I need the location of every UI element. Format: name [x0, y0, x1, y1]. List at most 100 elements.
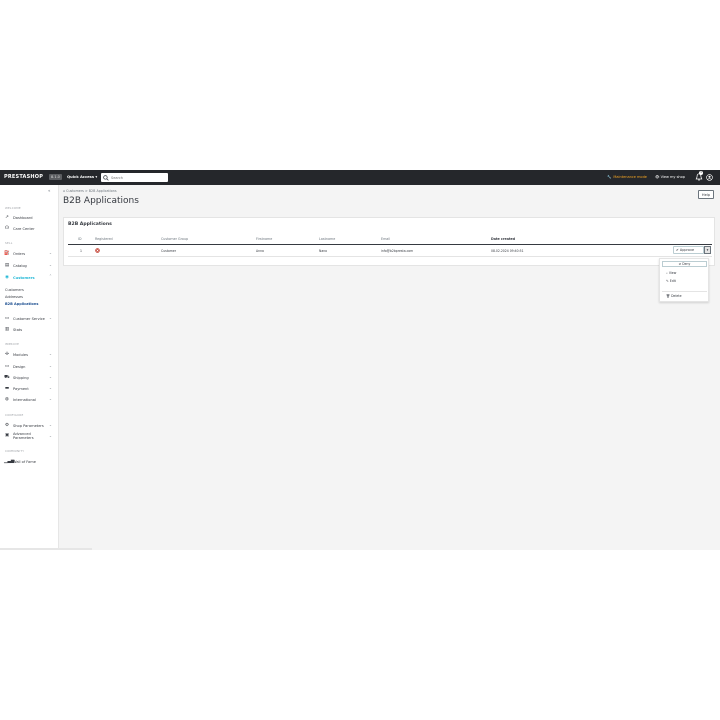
menu-item-view[interactable]: ⌕ View — [666, 271, 676, 275]
breadcrumb-home-icon: ⌂ — [63, 189, 66, 193]
chevron-up-icon: ⌃ — [49, 274, 52, 278]
view-shop-link[interactable]: 👁 View my shop — [655, 175, 685, 179]
col-header-customer-group[interactable]: Customer Group — [161, 237, 188, 241]
col-header-date-created[interactable]: Date created — [491, 237, 515, 241]
cell-firstname: Anna — [256, 249, 264, 253]
not-registered-icon — [95, 248, 100, 253]
sidebar-item-orders[interactable]: ⛽ Orders — [4, 251, 25, 257]
search-icon — [103, 174, 109, 181]
help-button[interactable]: Help — [698, 190, 714, 199]
prestashop-logo[interactable]: PRESTASHOP — [4, 174, 43, 180]
deny-button[interactable]: ⊘ Deny — [662, 261, 707, 267]
breadcrumb-separator: > — [84, 189, 88, 193]
sidebar-item-design[interactable]: ▭ Design — [4, 364, 26, 370]
sidebar-item-dashboard[interactable]: ↗ Dashboard — [4, 215, 32, 221]
credit-card-icon: ▬ — [4, 386, 10, 391]
card-title: B2B Applications — [68, 222, 112, 227]
cell-id: 1 — [80, 249, 82, 253]
sidebar: « WELCOME ↗ Dashboard ☊ Care Center SELL ⛽… — [0, 185, 59, 550]
menu-item-delete[interactable]: 🗑 Delete — [666, 294, 682, 298]
page-title: B2B Applications — [63, 196, 139, 206]
wrench-icon: 🔧 — [607, 175, 612, 179]
maintenance-mode-link[interactable]: 🔧 Maintenance mode — [607, 175, 647, 179]
chevron-down-icon: ⌄ — [49, 423, 52, 427]
collapse-sidebar-icon[interactable]: « — [48, 188, 50, 193]
cell-date-created: 08.02.2024 09:40:51 — [491, 249, 524, 253]
chevron-down-icon: ⌄ — [49, 375, 52, 379]
breadcrumb-parent[interactable]: Customers — [66, 189, 84, 193]
bar-chart-icon: ▥ — [4, 327, 10, 332]
sidebar-item-catalog[interactable]: ▤ Catalog — [4, 263, 27, 269]
sidebar-item-customers[interactable]: ◉ Customers — [4, 275, 35, 281]
pencil-icon: ✎ — [666, 279, 669, 283]
chevron-down-icon: ▾ — [95, 175, 98, 179]
approve-button[interactable]: ✔ Approve — [673, 246, 704, 254]
sidebar-item-wall-of-fame[interactable]: ▁▃▅ Wall of Fame — [4, 459, 36, 465]
zoom-icon: ⌕ — [666, 271, 668, 275]
cell-email: info@b2bpresta.com — [381, 249, 414, 253]
chevron-down-icon: ⌄ — [49, 364, 52, 368]
col-header-lastname[interactable]: Lastname — [319, 237, 335, 241]
chevron-down-icon: ⌄ — [49, 263, 52, 267]
chevron-down-icon: ⌄ — [49, 434, 52, 438]
notification-badge: 1 — [699, 171, 703, 175]
b2b-applications-card: B2B Applications ID Registered Customer … — [63, 217, 715, 266]
col-header-id[interactable]: ID — [78, 237, 82, 241]
version-badge: 8.1.0 — [49, 174, 62, 180]
section-improve: IMPROVE — [5, 342, 20, 346]
section-welcome: WELCOME — [5, 206, 21, 210]
chevron-down-icon: ⌄ — [49, 397, 52, 401]
account-circle-icon: ◉ — [5, 275, 9, 280]
col-header-registered[interactable]: Registered — [95, 237, 113, 241]
col-header-email[interactable]: Email — [381, 237, 390, 241]
user-icon[interactable] — [706, 174, 713, 181]
puzzle-icon: ✣ — [5, 352, 9, 357]
app-window: PRESTASHOP 8.1.0 Quick Access ▾ 🔧Mainten… — [0, 170, 720, 550]
sidebar-item-shipping[interactable]: ⛟ Shipping — [4, 375, 29, 381]
menu-divider — [662, 291, 707, 292]
chat-icon: ▭ — [4, 316, 10, 321]
row-divider — [68, 256, 712, 257]
chevron-down-icon: ⌄ — [49, 386, 52, 390]
gear-icon: ⚙ — [4, 423, 10, 428]
basket-icon: ⛽ — [4, 251, 10, 256]
col-header-firstname[interactable]: Firstname — [256, 237, 272, 241]
check-icon: ✔ — [676, 248, 679, 252]
headset-icon: ☊ — [5, 226, 9, 231]
sidebar-item-shop-parameters[interactable]: ⚙ Shop Parameters — [4, 423, 44, 429]
section-sell: SELL — [5, 241, 13, 245]
sidebar-item-advanced-parameters[interactable]: ▣ Advanced Parameters — [4, 432, 34, 440]
bar-chart-icon: ▁▃▅ — [4, 459, 15, 464]
row-actions-menu: ⊘ Deny ⌕ View ✎ Edit 🗑 Delete — [659, 258, 709, 302]
sidebar-item-modules[interactable]: ✣ Modules — [4, 352, 28, 358]
sidebar-sub-b2b-applications[interactable]: B2B Applications — [5, 302, 38, 306]
section-configure: CONFIGURE — [5, 413, 24, 417]
sidebar-sub-addresses[interactable]: Addresses — [5, 295, 23, 299]
menu-item-edit[interactable]: ✎ Edit — [666, 279, 676, 283]
desktop-icon: ▭ — [4, 364, 10, 369]
sidebar-item-stats[interactable]: ▥ Stats — [4, 327, 22, 333]
chevron-down-icon: ⌄ — [49, 352, 52, 356]
sidebar-item-payment[interactable]: ▬ Payment — [4, 386, 29, 392]
horizontal-scrollbar[interactable] — [0, 548, 92, 550]
header-divider — [68, 244, 712, 245]
sidebar-item-care-center[interactable]: ☊ Care Center — [4, 226, 35, 232]
eye-icon: 👁 — [655, 175, 660, 179]
sidebar-sub-customers[interactable]: Customers — [5, 288, 24, 292]
sidebar-item-customer-service[interactable]: ▭ Customer Service — [4, 316, 45, 322]
breadcrumb-current: B2B Applications — [88, 189, 117, 193]
truck-icon: ⛟ — [4, 375, 10, 380]
row-actions-dropdown-toggle[interactable]: ▾ — [704, 246, 711, 254]
chevron-down-icon: ⌄ — [49, 251, 52, 255]
cell-customer-group: Customer — [161, 249, 177, 253]
breadcrumb: ⌂ Customers > B2B Applications — [63, 189, 117, 193]
search-box[interactable] — [101, 173, 168, 182]
search-input[interactable] — [111, 174, 166, 181]
cell-lastname: Nano — [319, 249, 328, 253]
trending-up-icon: ↗ — [5, 215, 9, 220]
globe-icon: ◍ — [5, 397, 9, 402]
sidebar-item-international[interactable]: ◍ International — [4, 397, 36, 403]
section-community: COMMUNITY — [5, 449, 25, 453]
trash-icon: 🗑 — [666, 294, 671, 298]
quick-access-button[interactable]: Quick Access ▾ — [67, 175, 97, 179]
